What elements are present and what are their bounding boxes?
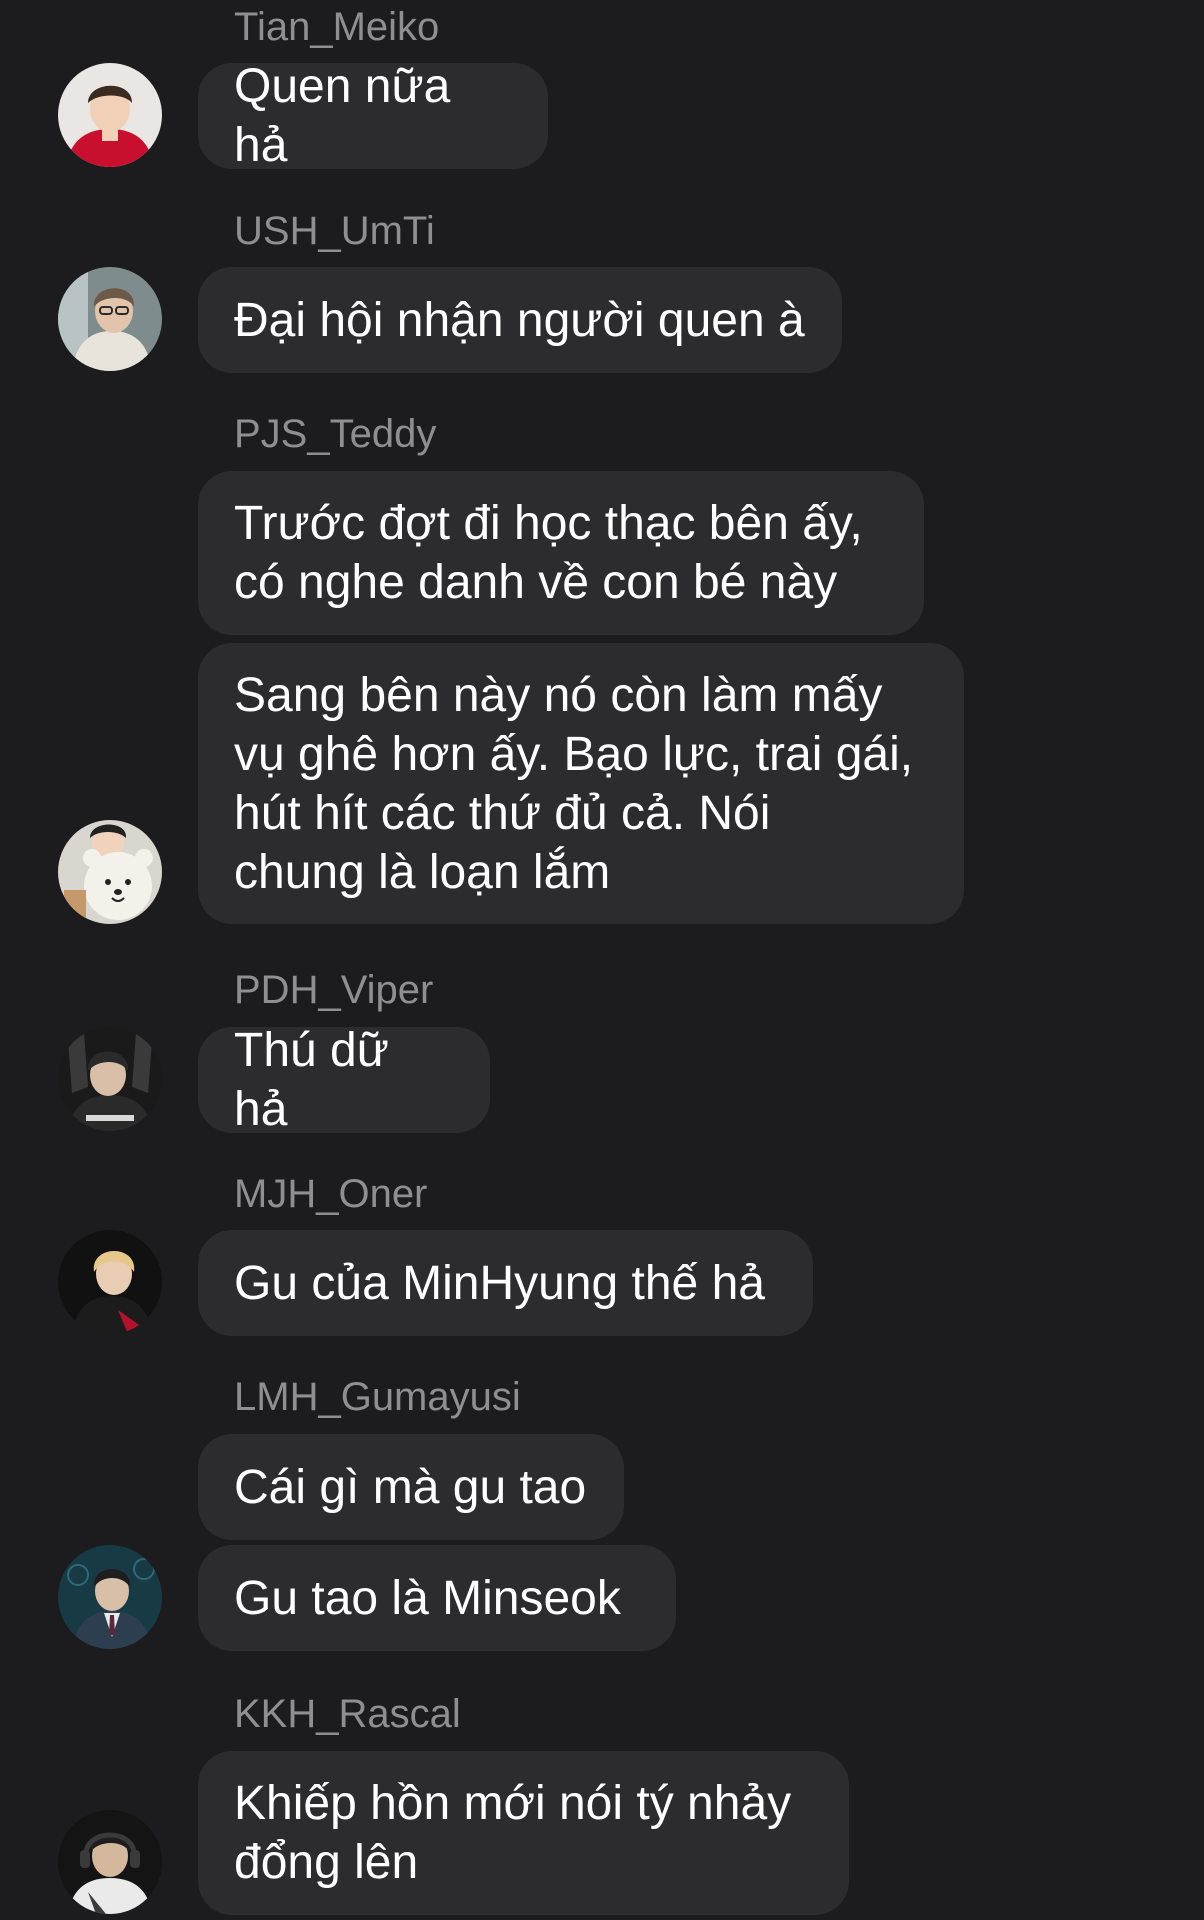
sender-name: USH_UmTi <box>234 209 435 253</box>
sender-name: PDH_Viper <box>234 968 434 1012</box>
sender-name: PJS_Teddy <box>234 412 437 456</box>
avatar-lmh-gumayusi[interactable] <box>58 1545 162 1649</box>
avatar-pjs-teddy[interactable] <box>58 820 162 924</box>
avatar-white-hoodie-icon <box>58 267 162 371</box>
sender-name: KKH_Rascal <box>234 1692 461 1736</box>
message-text: Cái gì mà gu tao <box>234 1460 587 1514</box>
avatar-blonde-jersey-icon <box>58 1230 162 1334</box>
message-text: Gu tao là Minseok <box>234 1571 621 1625</box>
message-bubble[interactable]: Cái gì mà gu tao <box>198 1434 624 1540</box>
message-bubble[interactable]: Sang bên này nó còn làm mấy vụ ghê hơn ấ… <box>198 643 964 924</box>
message-text: Gu của MinHyung thế hả <box>234 1256 765 1310</box>
message-bubble[interactable]: Đại hội nhận người quen à <box>198 267 842 373</box>
avatar-tian-meiko[interactable] <box>58 63 162 167</box>
sender-name: Tian_Meiko <box>234 5 440 49</box>
avatar-headset-icon <box>58 1810 162 1914</box>
avatar-suit-icon <box>58 1545 162 1649</box>
avatar-kkh-rascal[interactable] <box>58 1810 162 1914</box>
avatar-ush-umti[interactable] <box>58 267 162 371</box>
message-text: Quen nữa hả <box>234 60 451 172</box>
message-bubble[interactable]: Thú dữ hả <box>198 1024 490 1136</box>
avatar-pdh-viper[interactable] <box>58 1027 162 1131</box>
message-bubble[interactable]: Gu tao là Minseok <box>198 1545 676 1651</box>
message-text: Sang bên này nó còn làm mấy vụ ghê hơn ấ… <box>234 668 914 899</box>
message-bubble[interactable]: Gu của MinHyung thế hả <box>198 1230 813 1336</box>
avatar-mjh-oner[interactable] <box>58 1230 162 1334</box>
avatar-dark-jersey-icon <box>58 1027 162 1131</box>
avatar-red-jersey-icon <box>58 63 162 167</box>
message-bubble[interactable]: Quen nữa hả <box>198 60 548 172</box>
message-bubble[interactable]: Khiếp hồn mới nói tý nhảy đổng lên <box>198 1751 849 1915</box>
sender-name: LMH_Gumayusi <box>234 1375 521 1419</box>
avatar-plush-bear-icon <box>58 820 162 924</box>
sender-name: MJH_Oner <box>234 1172 428 1216</box>
message-text: Khiếp hồn mới nói tý nhảy đổng lên <box>234 1777 792 1889</box>
message-text: Trước đợt đi học thạc bên ấy, có nghe da… <box>234 497 863 609</box>
message-text: Đại hội nhận người quen à <box>234 293 805 347</box>
message-text: Thú dữ hả <box>234 1024 389 1136</box>
chat-thread[interactable]: Tian_Meiko Quen nữa hả USH_UmTi Đại hội … <box>0 0 1204 1920</box>
message-bubble[interactable]: Trước đợt đi học thạc bên ấy, có nghe da… <box>198 471 924 635</box>
